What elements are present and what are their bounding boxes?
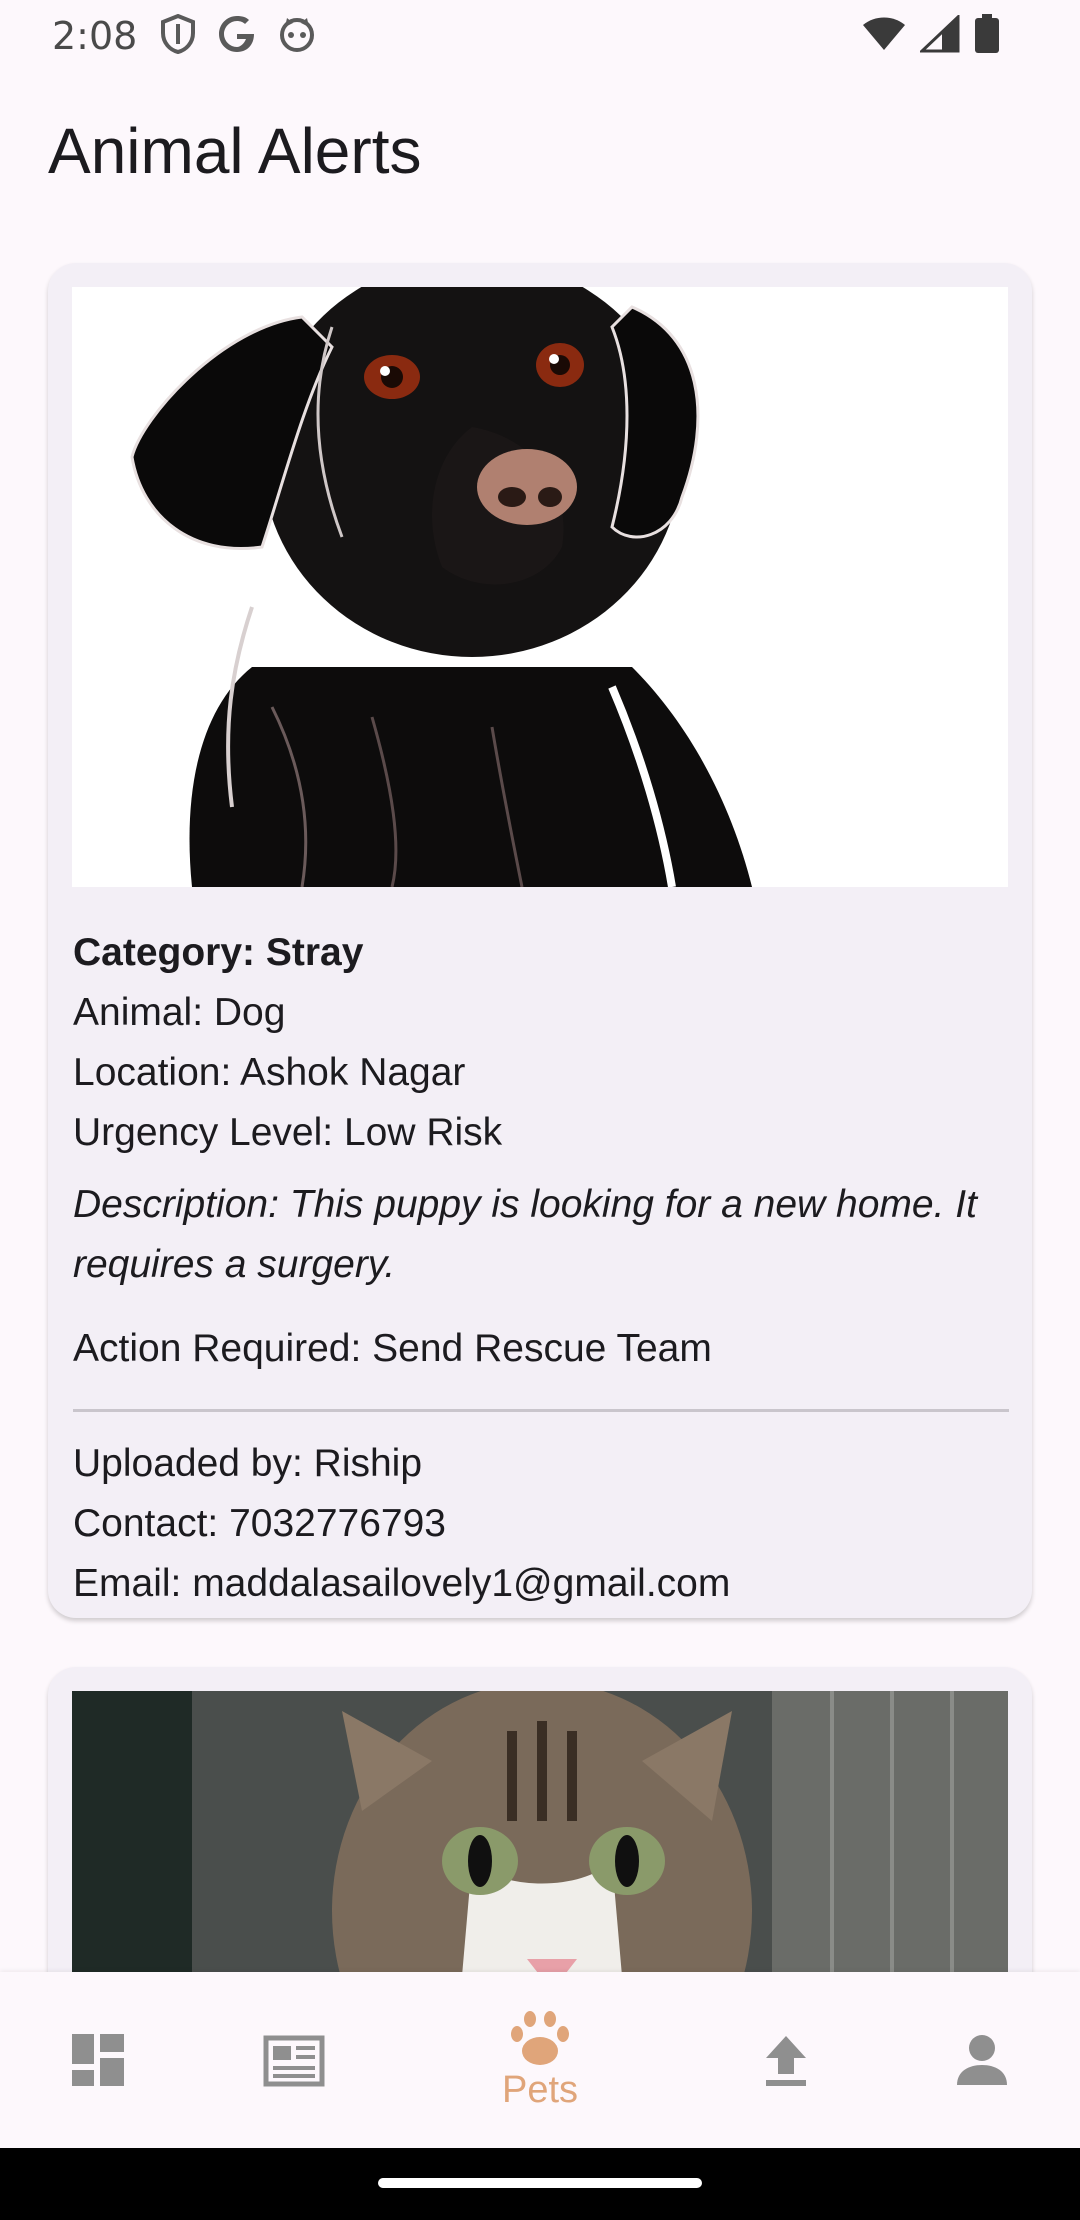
nav-pets[interactable]: Pets [470, 1972, 610, 2148]
alert-action: Action Required: Send Rescue Team [73, 1327, 712, 1370]
app-screen: 2:08 Animal Alerts Category: Stray Anima… [0, 0, 1080, 2220]
cat-face-icon [278, 15, 316, 53]
dashboard-icon [70, 2032, 126, 2088]
nav-profile[interactable] [912, 1972, 1052, 2148]
status-bar: 2:08 [0, 0, 1080, 72]
alert-category: Category: Stray [73, 931, 364, 974]
nav-upload[interactable] [716, 1972, 856, 2148]
alerts-feed[interactable]: Category: Stray Animal: Dog Location: As… [0, 255, 1080, 1973]
alert-details: Category: Stray Animal: Dog Location: As… [73, 923, 1009, 1614]
status-time: 2:08 [52, 14, 138, 58]
shield-icon [160, 14, 196, 54]
system-gesture-bar [0, 2148, 1080, 2220]
alert-location: Location: Ashok Nagar [73, 1051, 466, 1094]
pet-image-dog [72, 287, 1008, 887]
divider [73, 1409, 1009, 1412]
google-icon [218, 15, 256, 53]
news-icon [263, 2032, 325, 2088]
alert-uploader: Uploaded by: Riship [73, 1442, 423, 1485]
status-left-icons [160, 14, 316, 54]
alert-card[interactable]: Category: Stray Animal: Dog Location: As… [48, 263, 1032, 1618]
alert-urgency: Urgency Level: Low Risk [73, 1111, 503, 1154]
pet-image-cat [72, 1691, 1008, 1973]
wifi-icon [862, 16, 906, 57]
nav-news[interactable] [224, 1972, 364, 2148]
bottom-navigation: Pets [0, 1972, 1080, 2148]
alert-contact[interactable]: Contact: 7032776793 [73, 1494, 1009, 1554]
alert-description: Description: This puppy is looking for a… [73, 1183, 977, 1286]
nav-dashboard[interactable] [28, 1972, 168, 2148]
alert-email[interactable]: Email: maddalasailovely1@gmail.com [73, 1554, 1009, 1614]
person-icon [955, 2033, 1009, 2087]
status-right-icons [862, 13, 1000, 59]
cell-signal-icon [918, 13, 960, 58]
page-title: Animal Alerts [48, 115, 422, 187]
home-indicator[interactable] [378, 2178, 702, 2188]
alert-card[interactable] [48, 1667, 1032, 1973]
alert-animal: Animal: Dog [73, 991, 286, 1034]
nav-pets-label: Pets [501, 2068, 579, 2111]
paw-icon [509, 2009, 571, 2067]
battery-icon [974, 14, 1000, 59]
upload-icon [762, 2032, 810, 2088]
